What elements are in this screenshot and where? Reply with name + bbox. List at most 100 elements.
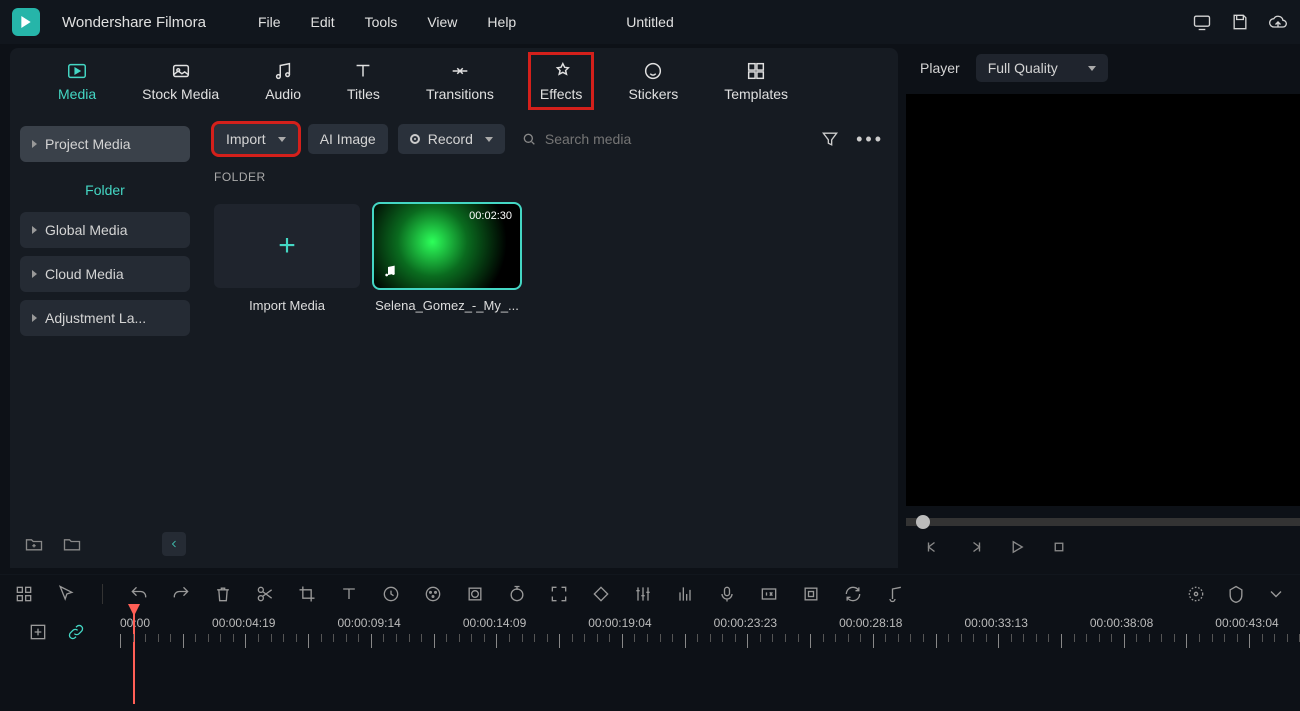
adjust-icon[interactable] <box>633 584 653 604</box>
timeline-time: 00:00:19:04 <box>588 616 651 630</box>
tab-templates-label: Templates <box>724 86 788 102</box>
quality-select[interactable]: Full Quality <box>976 54 1108 82</box>
menu-help[interactable]: Help <box>487 14 516 30</box>
fullscreen-icon[interactable] <box>549 584 569 604</box>
square-icon[interactable] <box>801 584 821 604</box>
tab-effects[interactable]: Effects <box>532 56 591 106</box>
chevron-down-icon <box>485 137 493 142</box>
timeline-time: 00:00 <box>120 616 150 630</box>
tab-templates[interactable]: Templates <box>716 56 796 106</box>
audio-icon <box>272 60 294 82</box>
tab-media-label: Media <box>58 86 96 102</box>
text-icon[interactable] <box>339 584 359 604</box>
import-button[interactable]: Import <box>214 124 298 154</box>
player-panel: Player Full Quality <box>906 48 1300 568</box>
sidebar-adjustment-layer[interactable]: Adjustment La... <box>20 300 190 336</box>
filter-icon[interactable] <box>820 129 840 149</box>
sidebar-cloud-media[interactable]: Cloud Media <box>20 256 190 292</box>
timeline-toolbar <box>0 574 1300 612</box>
sidebar-global-media-label: Global Media <box>45 222 128 238</box>
redo-icon[interactable] <box>171 584 191 604</box>
mask-icon[interactable] <box>465 584 485 604</box>
media-icon <box>66 60 88 82</box>
more-icon[interactable]: ••• <box>856 129 884 150</box>
delete-icon[interactable] <box>213 584 233 604</box>
tab-media[interactable]: Media <box>50 56 104 106</box>
add-track-icon[interactable] <box>28 622 48 642</box>
player-scrubber[interactable] <box>906 518 1300 526</box>
new-folder-icon[interactable] <box>24 534 44 554</box>
1x-icon[interactable] <box>759 584 779 604</box>
timeline-time: 00:00:14:09 <box>463 616 526 630</box>
player-label: Player <box>920 60 960 76</box>
music-icon <box>382 263 398 282</box>
timeline-time: 00:00:38:08 <box>1090 616 1153 630</box>
menu-tools[interactable]: Tools <box>365 14 398 30</box>
cloud-upload-icon[interactable] <box>1268 12 1288 32</box>
stopwatch-icon[interactable] <box>507 584 527 604</box>
app-logo <box>12 8 40 36</box>
tab-audio-label: Audio <box>265 86 301 102</box>
ai-image-button[interactable]: AI Image <box>308 124 388 154</box>
menubar: File Edit Tools View Help <box>258 14 516 30</box>
tab-audio[interactable]: Audio <box>257 56 309 106</box>
color-icon[interactable] <box>423 584 443 604</box>
keyframe-icon[interactable] <box>591 584 611 604</box>
tab-stock-media[interactable]: Stock Media <box>134 56 227 106</box>
crop-icon[interactable] <box>297 584 317 604</box>
search-icon <box>521 131 537 147</box>
tab-stickers[interactable]: Stickers <box>620 56 686 106</box>
timeline-time: 00:00:09:14 <box>337 616 400 630</box>
record-icon <box>410 134 420 144</box>
timeline-time: 00:00:43:04 <box>1215 616 1278 630</box>
tab-transitions[interactable]: Transitions <box>418 56 502 106</box>
caret-icon <box>32 140 37 148</box>
timeline-time: 00:00:04:19 <box>212 616 275 630</box>
search-input[interactable] <box>545 131 810 147</box>
tab-titles[interactable]: Titles <box>339 56 388 106</box>
playhead-line <box>133 612 135 704</box>
tab-stock-label: Stock Media <box>142 86 219 102</box>
target-icon[interactable] <box>1186 584 1206 604</box>
document-title: Untitled <box>626 14 673 30</box>
menu-edit[interactable]: Edit <box>311 14 335 30</box>
menu-file[interactable]: File <box>258 14 281 30</box>
equalizer-icon[interactable] <box>675 584 695 604</box>
save-icon[interactable] <box>1230 12 1250 32</box>
tab-titles-label: Titles <box>347 86 380 102</box>
media-clip[interactable]: 00:02:30 <box>374 204 520 288</box>
marker-icon[interactable] <box>1226 584 1246 604</box>
cursor-icon[interactable] <box>56 584 76 604</box>
plus-icon: + <box>278 229 296 263</box>
sidebar-global-media[interactable]: Global Media <box>20 212 190 248</box>
collapse-sidebar-button[interactable] <box>162 532 186 556</box>
prev-frame-icon[interactable] <box>924 538 942 556</box>
refresh-icon[interactable] <box>843 584 863 604</box>
play-icon[interactable] <box>1008 538 1026 556</box>
folder-header: FOLDER <box>200 164 898 190</box>
undo-icon[interactable] <box>129 584 149 604</box>
display-icon[interactable] <box>1192 12 1212 32</box>
link-icon[interactable] <box>66 622 86 642</box>
stop-icon[interactable] <box>1050 538 1068 556</box>
audio-wave-icon[interactable] <box>885 584 905 604</box>
titlebar: Wondershare Filmora File Edit Tools View… <box>0 0 1300 44</box>
folder-icon[interactable] <box>62 534 82 554</box>
grid-icon[interactable] <box>14 584 34 604</box>
sidebar-folder[interactable]: Folder <box>20 170 190 212</box>
timeline[interactable]: 00:00 00:00:04:19 00:00:09:14 00:00:14:09 00… <box>0 612 1300 704</box>
next-frame-icon[interactable] <box>966 538 984 556</box>
voiceover-icon[interactable] <box>717 584 737 604</box>
player-canvas[interactable] <box>906 94 1300 506</box>
chevron-down-icon <box>1088 66 1096 71</box>
split-icon[interactable] <box>255 584 275 604</box>
tab-transitions-label: Transitions <box>426 86 494 102</box>
sidebar-project-media[interactable]: Project Media <box>20 126 190 162</box>
media-content: Import AI Image Record <box>200 114 898 568</box>
menu-view[interactable]: View <box>427 14 457 30</box>
timeline-ruler[interactable]: 00:00 00:00:04:19 00:00:09:14 00:00:14:09 00… <box>120 612 1300 704</box>
record-button[interactable]: Record <box>398 124 505 154</box>
chevron-down-icon[interactable] <box>1266 584 1286 604</box>
import-media-tile[interactable]: + <box>214 204 360 288</box>
speed-icon[interactable] <box>381 584 401 604</box>
